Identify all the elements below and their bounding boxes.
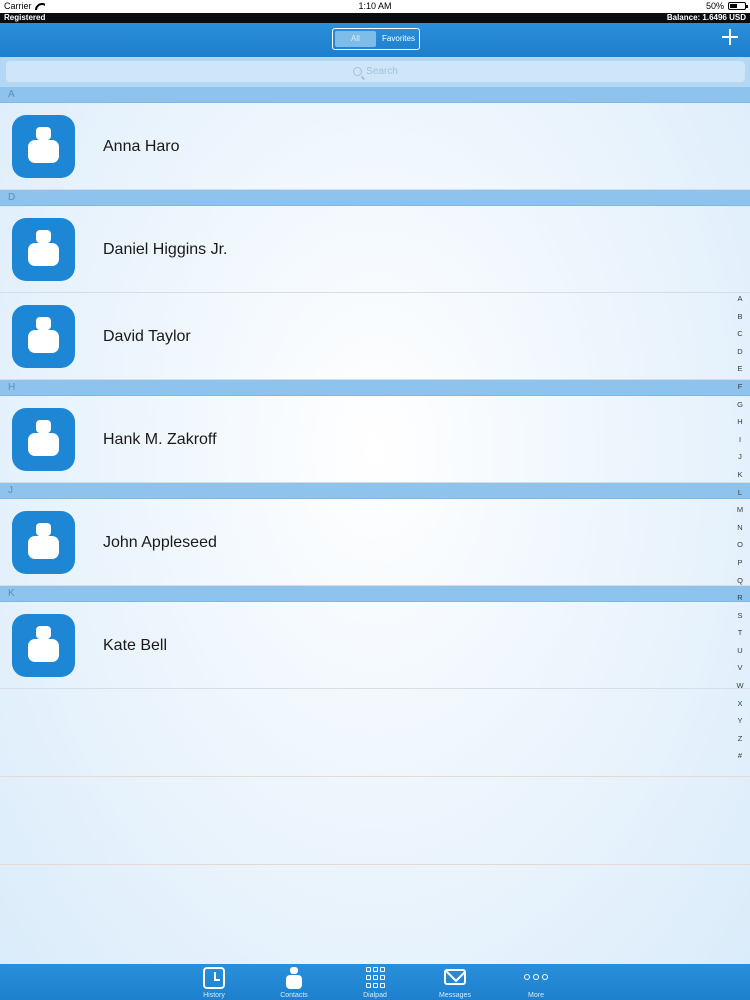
tab-dialpad[interactable]: Dialpad: [345, 964, 405, 1000]
index-letter[interactable]: X: [737, 695, 742, 713]
tab-bar: History Contacts Dialpad Messages More: [0, 964, 750, 1000]
tab-history[interactable]: History: [184, 964, 244, 1000]
empty-row: [0, 689, 750, 777]
contact-row[interactable]: Daniel Higgins Jr.: [0, 206, 750, 293]
section-header: H: [0, 380, 750, 396]
index-letter[interactable]: P: [737, 554, 742, 572]
contact-avatar-icon: [12, 614, 75, 677]
registration-status: Registered: [4, 13, 46, 22]
index-letter[interactable]: R: [737, 589, 742, 607]
dialpad-icon: [364, 967, 386, 989]
contact-row[interactable]: Hank M. Zakroff: [0, 396, 750, 483]
index-letter[interactable]: J: [738, 448, 742, 466]
section-header: J: [0, 483, 750, 499]
battery-icon: [728, 2, 748, 10]
tab-label: History: [203, 992, 225, 999]
index-letter[interactable]: S: [737, 607, 742, 625]
index-letter[interactable]: A: [737, 290, 742, 308]
index-letter[interactable]: F: [738, 378, 743, 396]
index-letter[interactable]: Y: [737, 712, 742, 730]
tab-label: Messages: [439, 992, 471, 999]
index-letter[interactable]: G: [737, 396, 743, 414]
person-icon: [285, 967, 303, 989]
tab-more[interactable]: More: [506, 964, 566, 1000]
contact-list: A Anna Haro D Daniel Higgins Jr. David Taylo…: [0, 87, 750, 865]
tab-label: More: [528, 992, 544, 999]
search-bar: Search: [0, 57, 750, 87]
registration-bar: Registered Balance: 1.6496 USD: [0, 13, 750, 23]
index-letter[interactable]: Z: [738, 730, 743, 748]
index-letter[interactable]: C: [737, 325, 742, 343]
contact-name: David Taylor: [103, 328, 191, 345]
index-letter[interactable]: T: [738, 624, 743, 642]
contact-name: Anna Haro: [103, 138, 180, 155]
empty-row: [0, 777, 750, 865]
tab-label: Dialpad: [363, 992, 387, 999]
index-letter[interactable]: Q: [737, 572, 743, 590]
clock: 1:10 AM: [358, 1, 392, 11]
alphabet-index[interactable]: A B C D E F G H I J K L M N O P Q R S T U V W X Y Z #: [734, 290, 746, 765]
index-letter[interactable]: D: [737, 343, 742, 361]
index-letter[interactable]: N: [737, 519, 742, 537]
index-letter[interactable]: #: [738, 747, 742, 765]
contact-avatar-icon: [12, 218, 75, 281]
index-letter[interactable]: W: [736, 677, 743, 695]
contact-name: Hank M. Zakroff: [103, 431, 217, 448]
contact-row[interactable]: David Taylor: [0, 293, 750, 380]
balance-label: Balance: 1.6496 USD: [666, 13, 746, 22]
index-letter[interactable]: L: [738, 484, 742, 502]
section-header: A: [0, 87, 750, 103]
search-placeholder: Search: [366, 66, 398, 77]
nav-bar: All Favorites: [0, 23, 750, 57]
section-header: D: [0, 190, 750, 206]
contact-name: John Appleseed: [103, 534, 217, 551]
segment-favorites[interactable]: Favorites: [378, 29, 419, 49]
section-header: K: [0, 586, 750, 602]
add-contact-button[interactable]: [722, 29, 738, 45]
more-icon: [524, 974, 548, 982]
status-bar: Carrier 1:10 AM 50%: [0, 0, 750, 13]
contact-name: Kate Bell: [103, 637, 168, 654]
index-letter[interactable]: I: [739, 431, 741, 449]
envelope-icon: [444, 969, 466, 985]
contact-row[interactable]: Anna Haro: [0, 103, 750, 190]
contact-avatar-icon: [12, 408, 75, 471]
index-letter[interactable]: H: [737, 413, 742, 431]
battery-fill: [730, 4, 737, 8]
contacts-filter-segmented-control: All Favorites: [332, 28, 420, 50]
index-letter[interactable]: B: [737, 308, 742, 326]
segment-all[interactable]: All: [335, 31, 376, 47]
index-letter[interactable]: O: [737, 536, 743, 554]
contact-name: Daniel Higgins Jr.: [103, 241, 228, 258]
contact-avatar-icon: [12, 115, 75, 178]
tab-contacts[interactable]: Contacts: [264, 964, 324, 1000]
contact-row[interactable]: John Appleseed: [0, 499, 750, 586]
clock-icon: [203, 967, 225, 989]
index-letter[interactable]: U: [737, 642, 742, 660]
battery-percent: 50%: [705, 1, 724, 11]
search-icon: [353, 67, 363, 76]
tab-messages[interactable]: Messages: [425, 964, 485, 1000]
contact-row[interactable]: Kate Bell: [0, 602, 750, 689]
contact-avatar-icon: [12, 511, 75, 574]
index-letter[interactable]: M: [737, 501, 743, 519]
index-letter[interactable]: E: [737, 360, 742, 378]
index-letter[interactable]: V: [737, 659, 742, 677]
index-letter[interactable]: K: [737, 466, 742, 484]
tab-label: Contacts: [280, 992, 308, 999]
contact-avatar-icon: [12, 305, 75, 368]
search-input[interactable]: Search: [6, 61, 745, 82]
status-right: 50%: [705, 1, 748, 11]
